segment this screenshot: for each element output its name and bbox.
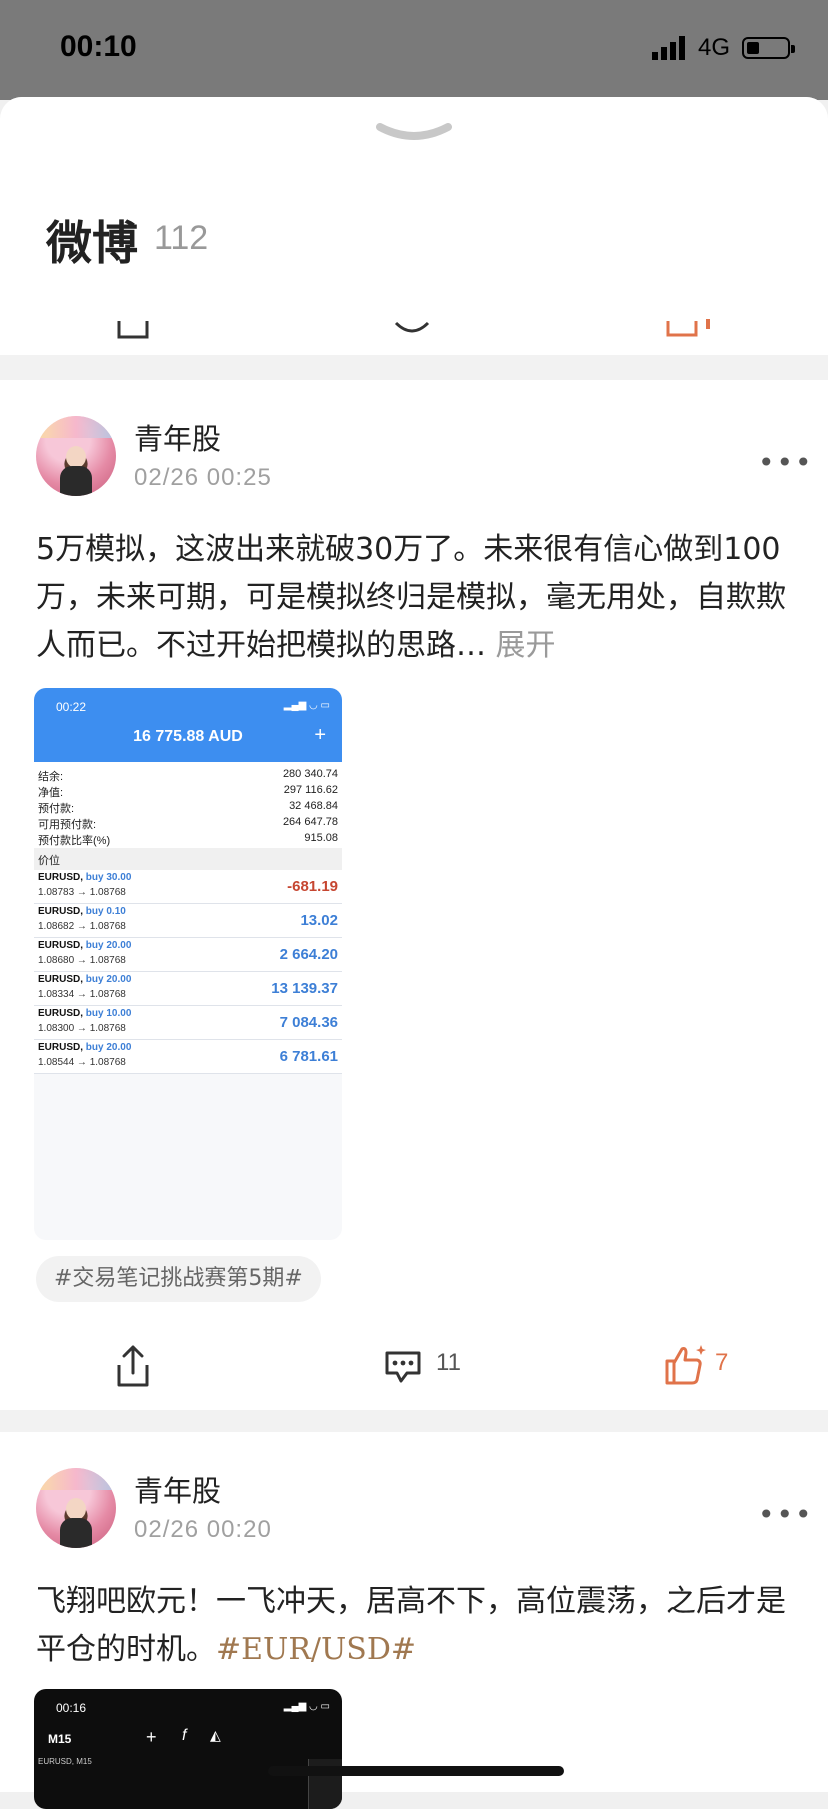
like-count: 7 <box>715 1349 729 1376</box>
status-time: 00:10 <box>60 30 137 63</box>
post-date: 02/26 00:25 <box>134 464 272 491</box>
author-name[interactable]: 青年股 <box>134 1468 221 1510</box>
trade-side: buy 20.00 <box>85 974 132 985</box>
account-row: 预付款: 32 468.84 <box>38 800 338 815</box>
account-row: 预付款比率(%) 915.08 <box>38 832 338 847</box>
trade-row: EURUSD, buy 20.00 1.08334 → 1.08768 13 139… <box>34 972 342 1006</box>
post-date: 02/26 00:20 <box>134 1516 272 1543</box>
trade-symbol: EURUSD, buy 0.10 <box>38 906 126 917</box>
expand-link[interactable]: 展开 <box>496 628 556 663</box>
trade-side: buy 30.00 <box>85 872 132 883</box>
avatar[interactable] <box>36 1468 116 1548</box>
trade-symbol: EURUSD, buy 30.00 <box>38 872 132 883</box>
crosshair-icon: + <box>146 1727 157 1747</box>
author-name[interactable]: 青年股 <box>134 416 221 458</box>
shot-header: 00:22 ▂▄▆ ◡ ▭ 16 775.88 AUD + <box>34 688 342 762</box>
signal-icon: ▂▄▆ ◡ ▭ <box>283 700 330 711</box>
post-actions: 11 7 <box>0 1335 828 1395</box>
trade-symbol: EURUSD, buy 20.00 <box>38 940 132 951</box>
post-body: 5万模拟，这波出来就破30万了。未来很有信心做到100万，未来可期，可是模拟终归… <box>36 532 786 663</box>
trade-row: EURUSD, buy 10.00 1.08300 → 1.08768 7 084.… <box>34 1006 342 1040</box>
account-row: 结余: 280 340.74 <box>38 768 338 783</box>
share-icon[interactable] <box>116 315 150 341</box>
function-icon: f <box>182 1727 187 1744</box>
trade-row: EURUSD, buy 30.00 1.08783 → 1.08768 -681.1… <box>34 870 342 904</box>
like-icon[interactable] <box>664 315 714 341</box>
more-icon[interactable]: ••• <box>758 446 814 479</box>
post-image[interactable]: 00:16 ▂▄▆ ◡ ▭ M15 + f ◭ EURUSD, M15 <box>34 1689 342 1809</box>
hashtag-link[interactable]: #EUR/USD# <box>216 1632 416 1667</box>
sheet-title: 微博 <box>46 216 138 270</box>
trade-row: EURUSD, buy 0.10 1.08682 → 1.08768 13.02 <box>34 904 342 938</box>
trade-symbol: EURUSD, buy 10.00 <box>38 1008 132 1019</box>
trade-prices: 1.08300 → 1.08768 <box>38 1023 126 1034</box>
trade-prices: 1.08680 → 1.08768 <box>38 955 126 966</box>
home-indicator <box>268 1766 564 1776</box>
comment-count: 11 <box>436 1349 461 1376</box>
sheet-count: 112 <box>154 219 209 257</box>
comment-icon[interactable] <box>392 315 432 341</box>
trade-side: buy 10.00 <box>85 1008 132 1019</box>
like-icon[interactable] <box>664 1343 708 1387</box>
trade-prices: 1.08783 → 1.08768 <box>38 887 126 898</box>
more-icon[interactable]: ••• <box>758 1498 814 1531</box>
post-text: 飞翔吧欧元！一飞冲天，居高不下，高位震荡，之后才是平仓的时机。#EUR/USD# <box>36 1578 796 1674</box>
trade-side: buy 0.10 <box>85 906 126 917</box>
trade-profit: 7 084.36 <box>279 1014 338 1031</box>
chevron-down-icon[interactable] <box>374 119 454 149</box>
sheet-header: 微博 112 <box>0 97 828 315</box>
comment-icon[interactable] <box>383 1349 423 1385</box>
trade-profit: 2 664.20 <box>279 946 338 963</box>
trade-row: EURUSD, buy 20.00 1.08680 → 1.08768 2 664.… <box>34 938 342 972</box>
share-icon[interactable] <box>116 1345 150 1389</box>
trade-row: EURUSD, buy 20.00 1.08544 → 1.08768 6 781.… <box>34 1040 342 1074</box>
shot-time: 00:16 <box>56 1701 87 1715</box>
trade-symbol: EURUSD, buy 20.00 <box>38 974 132 985</box>
trade-prices: 1.08544 → 1.08768 <box>38 1057 126 1068</box>
plus-icon: + <box>314 724 326 746</box>
trade-prices: 1.08334 → 1.08768 <box>38 989 126 1000</box>
trade-symbol: EURUSD, buy 20.00 <box>38 1042 132 1053</box>
shot-time: 00:22 <box>56 700 87 714</box>
previous-post-actions <box>0 315 828 355</box>
account-row: 净值: 297 116.62 <box>38 784 338 799</box>
trade-profit: -681.19 <box>287 878 338 895</box>
post-image[interactable]: 00:22 ▂▄▆ ◡ ▭ 16 775.88 AUD + 结余: 280 340… <box>34 688 342 1240</box>
network-type: 4G <box>698 34 731 61</box>
shapes-icon: ◭ <box>210 1727 221 1743</box>
chart-label: EURUSD, M15 <box>38 1757 92 1766</box>
account-row: 可用预付款: 264 647.78 <box>38 816 338 831</box>
avatar[interactable] <box>36 416 116 496</box>
trade-prices: 1.08682 → 1.08768 <box>38 921 126 932</box>
signal-icon: ▂▄▆ ◡ ▭ <box>283 1701 330 1712</box>
trade-profit: 13 139.37 <box>271 980 338 997</box>
positions-label: 价位 <box>34 848 342 870</box>
timeframe-label: M15 <box>48 1732 72 1746</box>
trade-profit: 6 781.61 <box>279 1048 338 1065</box>
account-summary: 结余: 280 340.74 净值: 297 116.62 预付款: 32 468.8… <box>34 762 342 848</box>
battery-icon <box>742 37 795 59</box>
topic-tag[interactable]: #交易笔记挑战赛第5期# <box>36 1256 321 1302</box>
trade-profit: 13.02 <box>300 912 338 929</box>
trade-side: buy 20.00 <box>85 1042 132 1053</box>
signal-icon <box>652 36 685 60</box>
shot-balance: 16 775.88 AUD <box>133 728 243 745</box>
status-bar: 00:10 4G <box>0 0 828 100</box>
post-text: 5万模拟，这波出来就破30万了。未来很有信心做到100万，未来可期，可是模拟终归… <box>36 526 796 670</box>
trade-list: EURUSD, buy 30.00 1.08783 → 1.08768 -681.1… <box>34 870 342 1074</box>
trade-side: buy 20.00 <box>85 940 132 951</box>
